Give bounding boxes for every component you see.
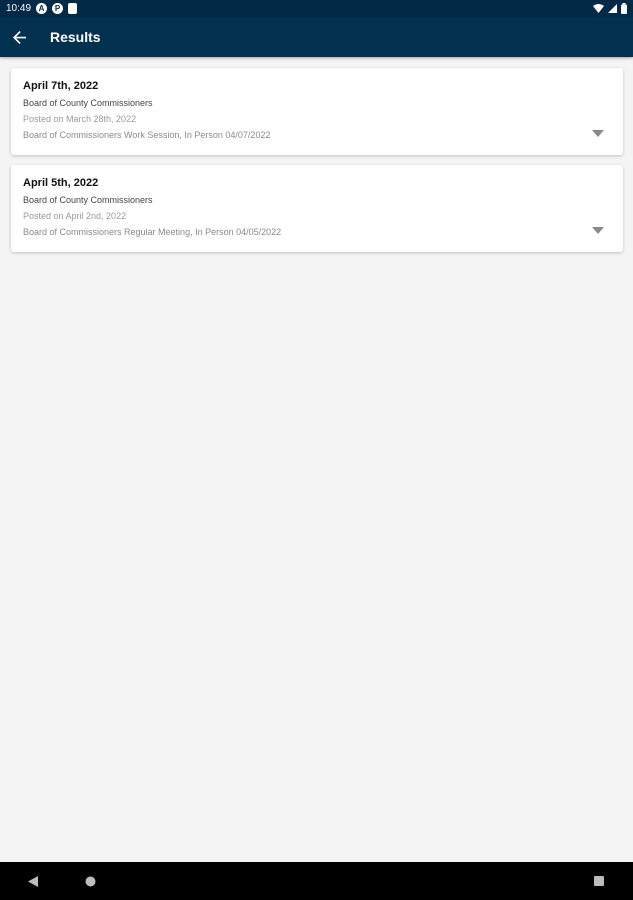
home-circle-icon: [85, 876, 95, 886]
back-button[interactable]: [0, 17, 38, 57]
nav-home-button[interactable]: [83, 874, 97, 888]
meeting-body: Board of County Commissioners: [23, 195, 153, 205]
nav-back-button[interactable]: [26, 874, 40, 888]
posted-date: Posted on March 28th, 2022: [23, 114, 137, 124]
meeting-description: Board of Commissioners Work Session, In …: [23, 130, 271, 140]
nav-recents-button[interactable]: [592, 874, 606, 888]
results-list: April 7th, 2022 Board of County Commissi…: [11, 68, 623, 262]
meeting-date: April 5th, 2022: [23, 177, 99, 189]
result-card[interactable]: April 7th, 2022 Board of County Commissi…: [11, 68, 623, 155]
status-bar: 10:49 A P: [0, 0, 633, 17]
meeting-description: Board of Commissioners Regular Meeting, …: [23, 227, 282, 237]
page-title: Results: [50, 29, 101, 45]
recents-square-icon: [594, 876, 604, 886]
system-nav-bar: [0, 862, 633, 900]
app-bar: Results: [0, 17, 633, 57]
clipboard-icon: [68, 3, 78, 14]
signal-icon: [608, 4, 617, 13]
arrow-back-icon: [12, 30, 26, 44]
chevron-down-icon: [592, 129, 604, 137]
result-card[interactable]: April 5th, 2022 Board of County Commissi…: [11, 165, 623, 252]
meeting-body: Board of County Commissioners: [23, 98, 153, 108]
posted-date: Posted on April 2nd, 2022: [23, 211, 127, 221]
battery-icon: [621, 3, 627, 14]
back-triangle-icon: [28, 875, 38, 887]
notification-p-icon: P: [52, 3, 64, 14]
expand-button[interactable]: [591, 225, 605, 235]
wifi-icon: [593, 4, 604, 13]
notification-a-icon: A: [36, 3, 48, 14]
status-time: 10:49: [6, 3, 32, 14]
expand-button[interactable]: [591, 128, 605, 138]
chevron-down-icon: [592, 226, 604, 234]
meeting-date: April 7th, 2022: [23, 80, 99, 92]
